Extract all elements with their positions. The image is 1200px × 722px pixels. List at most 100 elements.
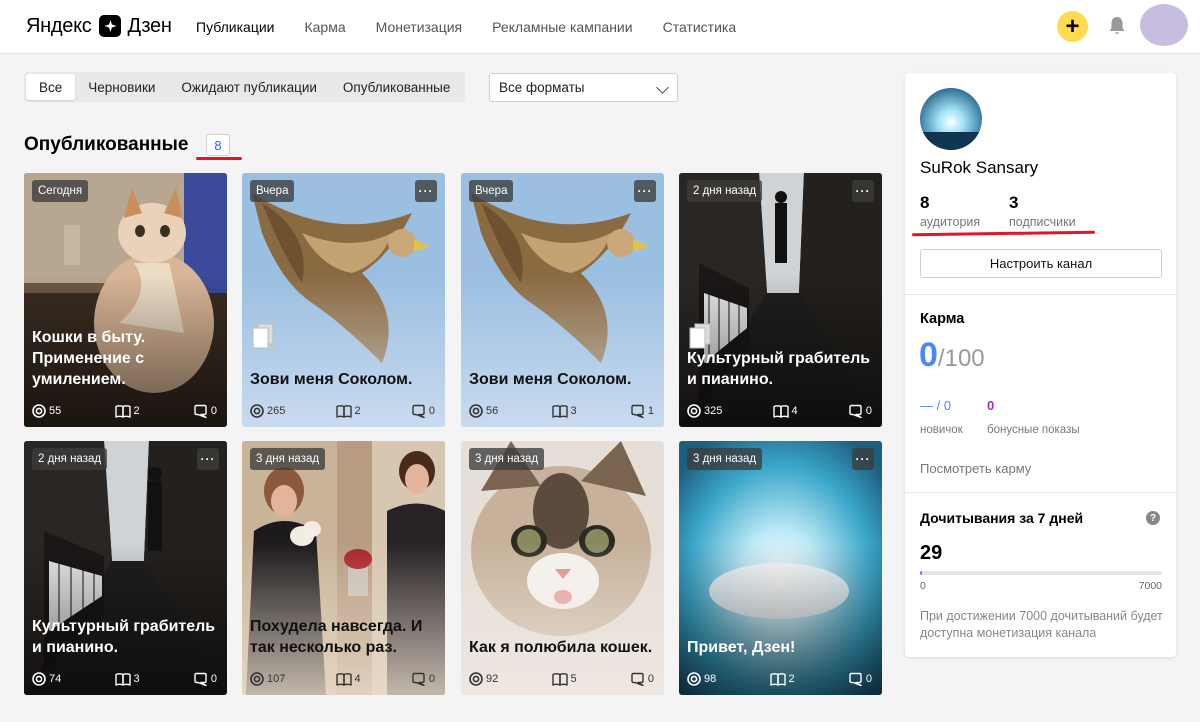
card-title: Зови меня Соколом.	[469, 371, 632, 388]
channel-avatar[interactable]	[920, 88, 982, 150]
help-icon[interactable]: ?	[1146, 511, 1160, 525]
publication-card[interactable]: 3 дня назад Похудела навсегда. И так нес…	[242, 441, 445, 695]
comments-stat: 0	[411, 672, 435, 686]
publication-card[interactable]: 2 дня назад ··· Культурный грабитель и п…	[679, 173, 882, 427]
comment-icon	[849, 404, 862, 418]
comments-count: 0	[865, 673, 872, 685]
card-date-badge: 3 дня назад	[250, 448, 326, 470]
user-avatar[interactable]	[1140, 4, 1188, 46]
card-stats: 107 4 0	[250, 671, 435, 687]
publication-card[interactable]: Вчера ··· Зови меня Соколом. 56 3 1	[461, 173, 664, 427]
reads-title: Дочитывания за 7 дней	[920, 510, 1084, 526]
views-stat: 56	[469, 404, 498, 418]
top-header: Яндекс Дзен Публикации Карма Монетизация…	[0, 0, 1200, 54]
article-doc-icon	[252, 323, 274, 349]
nav-ad-campaigns[interactable]: Рекламные кампании	[492, 19, 632, 35]
nav-publications[interactable]: Публикации	[196, 19, 274, 35]
comments-stat: 0	[848, 404, 872, 418]
card-title: Привет, Дзен!	[687, 639, 796, 656]
subscribers-metric: 3 подписчики	[1009, 193, 1076, 229]
views-count: 92	[486, 673, 499, 685]
tab-scheduled[interactable]: Ожидают публикации	[168, 74, 330, 100]
yandex-zen-logo[interactable]: Яндекс Дзен	[26, 11, 172, 41]
card-title: Похудела навсегда. И так несколько раз.	[250, 618, 423, 656]
reads-book-icon	[335, 673, 352, 686]
views-stat: 98	[687, 672, 716, 686]
view-karma-link[interactable]: Посмотреть карму	[920, 461, 1031, 476]
card-date-badge: Сегодня	[32, 180, 89, 202]
nav-karma[interactable]: Карма	[304, 19, 345, 35]
card-stats: 98 2 0	[687, 671, 872, 687]
sidebar-divider	[905, 492, 1176, 493]
reads-count: 4	[354, 673, 361, 685]
reads-book-icon	[114, 673, 131, 686]
views-stat: 265	[250, 404, 285, 418]
reads-book-icon	[772, 405, 789, 418]
reads-value: 29	[920, 542, 943, 564]
audience-value: 8	[920, 193, 930, 212]
card-title: Культурный грабитель и пианино.	[32, 618, 216, 656]
card-date-badge: 2 дня назад	[32, 448, 108, 470]
publication-card[interactable]: 3 дня назад Как я полюбила кошек. 92 5 0	[461, 441, 664, 695]
card-more-button[interactable]: ···	[415, 180, 437, 202]
publication-card[interactable]: 3 дня назад ··· Привет, Дзен! 98 2 0	[679, 441, 882, 695]
views-icon	[32, 672, 46, 686]
comment-icon	[194, 404, 207, 418]
karma-score: 0 /100	[919, 335, 985, 375]
tab-published[interactable]: Опубликованные	[330, 74, 463, 100]
views-stat: 74	[32, 672, 61, 686]
publication-card[interactable]: 2 дня назад ··· Культурный грабитель и п…	[24, 441, 227, 695]
comments-count: 0	[647, 673, 654, 685]
publication-card[interactable]: Вчера ··· Зови меня Соколом. 265 2 0	[242, 173, 445, 427]
views-icon	[250, 672, 264, 686]
channel-sidebar: SuRok Sansary 8 аудитория 3 подписчики Н…	[905, 73, 1176, 657]
reads-count: 4	[791, 405, 798, 417]
publication-filter-tabs: Все Черновики Ожидают публикации Опублик…	[24, 72, 466, 102]
karma-value: 0	[919, 336, 938, 374]
zen-star-icon	[99, 15, 122, 37]
reads-stat: 3	[114, 672, 140, 686]
publication-card[interactable]: Сегодня Кошки в быту. Применение с умиле…	[24, 173, 227, 427]
reads-max-label: 7000	[1138, 580, 1162, 592]
card-more-button[interactable]: ···	[197, 448, 219, 470]
comments-count: 0	[428, 673, 435, 685]
reads-stat: 3	[551, 404, 577, 418]
reads-count: 3	[133, 673, 140, 685]
reads-stat: 2	[769, 672, 795, 686]
comments-stat: 0	[630, 672, 654, 686]
card-more-button[interactable]: ···	[852, 180, 874, 202]
format-select[interactable]: Все форматы	[489, 73, 678, 102]
audience-label: аудитория	[920, 215, 981, 229]
views-icon	[469, 404, 483, 418]
section-title: Опубликованные	[24, 134, 189, 155]
card-title: Культурный грабитель и пианино.	[687, 350, 871, 388]
card-stats: 56 3 1	[469, 403, 654, 419]
audience-metric: 8 аудитория	[920, 193, 980, 229]
card-stats: 74 3 0	[32, 671, 217, 687]
configure-channel-button[interactable]: Настроить канал	[920, 249, 1162, 278]
card-title: Зови меня Соколом.	[250, 371, 413, 388]
views-stat: 55	[32, 404, 61, 418]
bell-icon[interactable]	[1108, 16, 1126, 36]
reads-stat: 4	[772, 404, 798, 418]
novice-label: новичок	[920, 424, 963, 436]
nav-monetization[interactable]: Монетизация	[376, 19, 463, 35]
reads-stat: 2	[335, 404, 361, 418]
subscribers-label: подписчики	[1009, 215, 1076, 229]
card-date-badge: 3 дня назад	[687, 448, 763, 470]
card-more-button[interactable]: ···	[634, 180, 656, 202]
format-select-value: Все форматы	[499, 80, 585, 95]
subscribers-value: 3	[1009, 193, 1019, 212]
views-count: 325	[704, 405, 723, 417]
views-count: 55	[49, 405, 62, 417]
nav-statistics[interactable]: Статистика	[663, 19, 737, 35]
card-date-badge: 2 дня назад	[687, 180, 763, 202]
logo-yandex-text: Яндекс	[26, 14, 92, 37]
tab-drafts[interactable]: Черновики	[75, 74, 168, 100]
bonus-value: 0	[987, 398, 995, 413]
add-publication-button[interactable]: +	[1057, 11, 1088, 42]
reads-min-label: 0	[920, 580, 926, 592]
comment-icon	[631, 672, 644, 686]
card-more-button[interactable]: ···	[852, 448, 874, 470]
tab-all[interactable]: Все	[26, 74, 76, 100]
